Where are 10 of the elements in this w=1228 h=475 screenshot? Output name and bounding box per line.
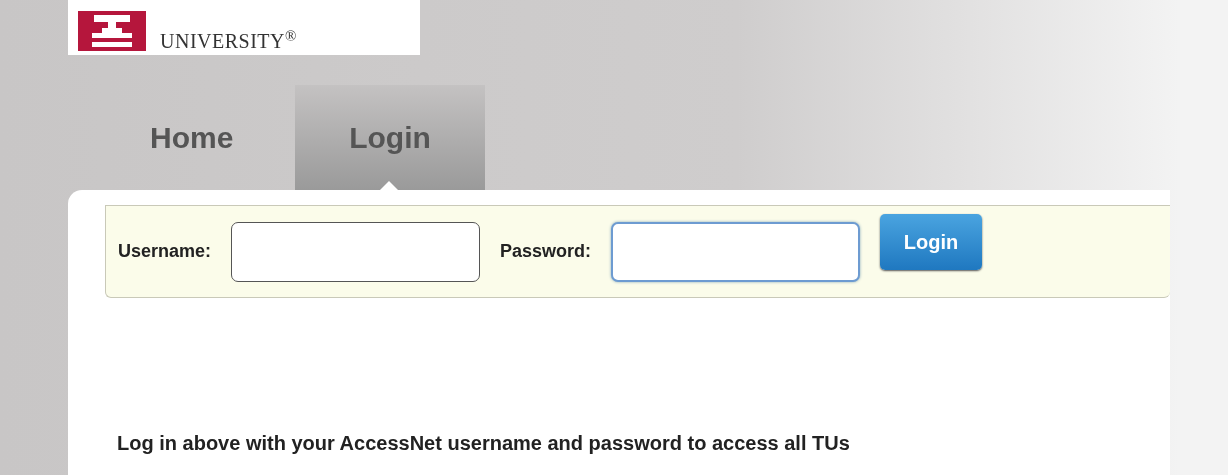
login-button[interactable]: Login xyxy=(880,213,983,270)
logo-wordmark: UNIVERSITY$^{®}$ xyxy=(160,31,297,51)
logo-icon xyxy=(78,11,146,51)
input-field[interactable] xyxy=(611,221,861,282)
nav-tab[interactable]: Login xyxy=(295,85,485,190)
field-label: Username: xyxy=(118,240,212,263)
field-label: Password: xyxy=(500,240,592,263)
input-field[interactable] xyxy=(231,221,481,282)
nav-tab[interactable]: Home xyxy=(130,85,270,190)
instruction-text: Log in above with your AccessNet username and password to access all TUs xyxy=(117,431,851,456)
